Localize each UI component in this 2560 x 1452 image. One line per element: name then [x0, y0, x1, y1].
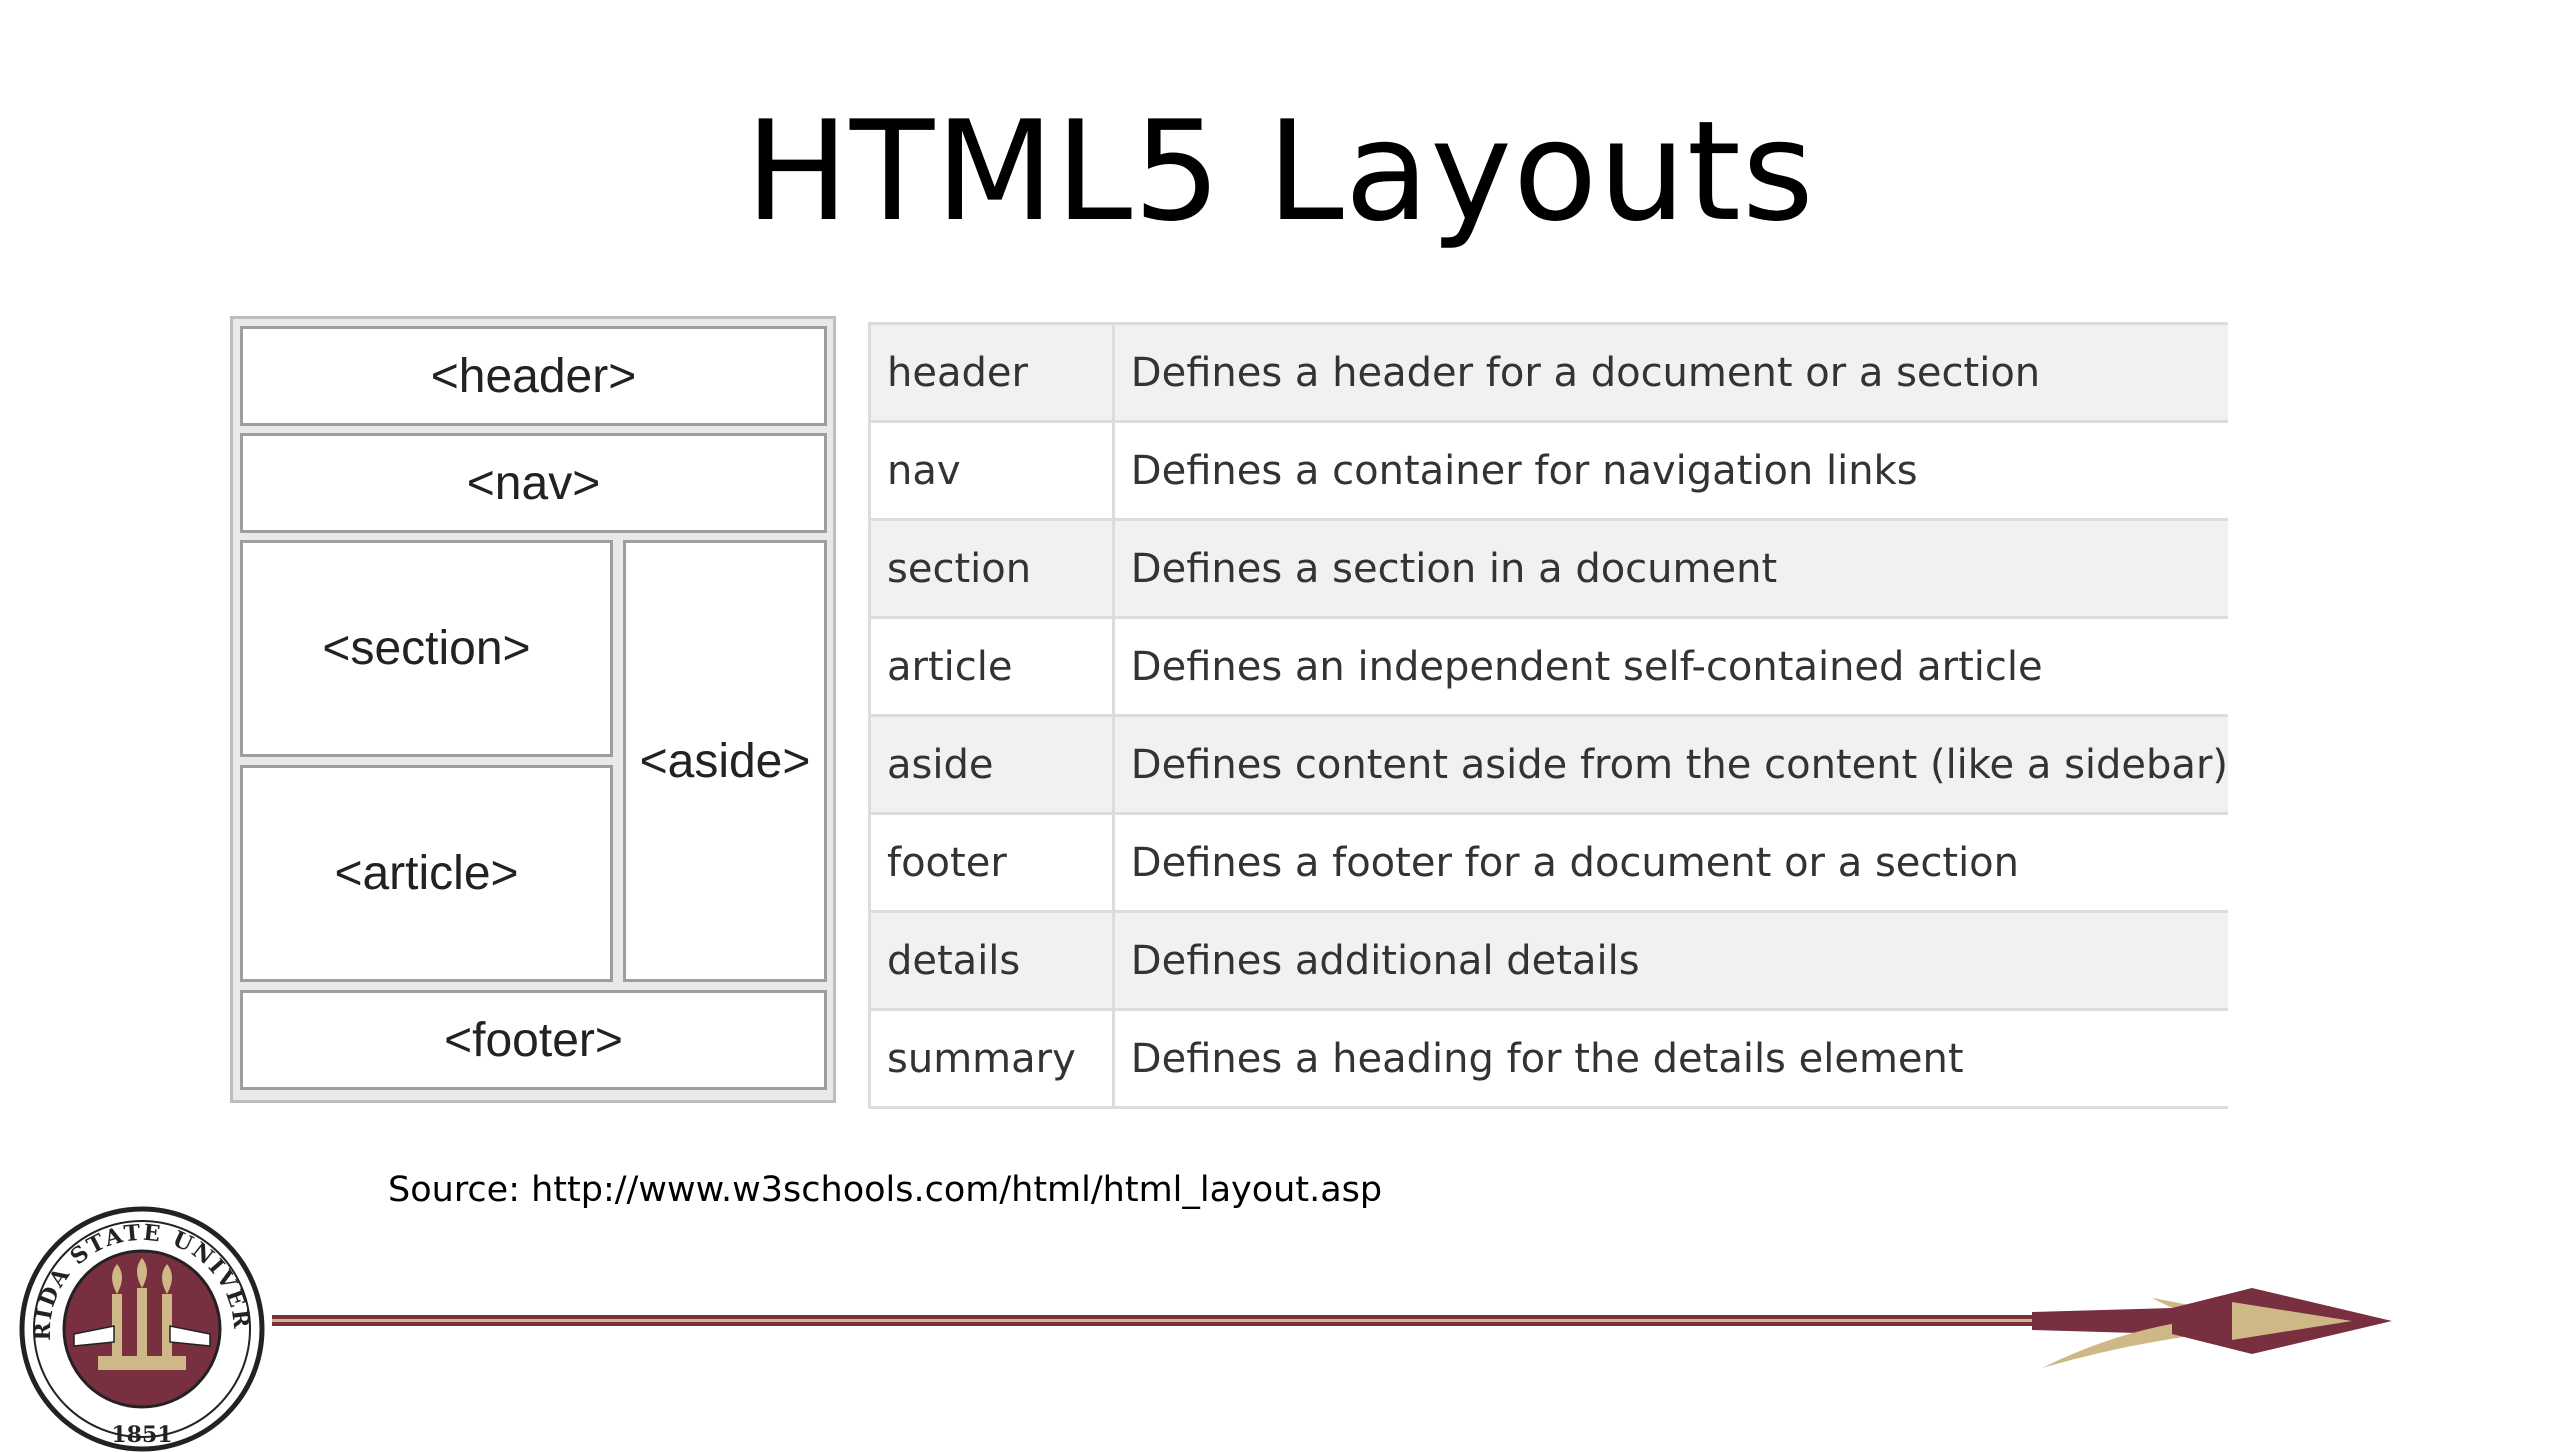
diagram-aside-box: <aside>	[623, 540, 827, 982]
table-row: article Defines an independent self-conta…	[868, 616, 2228, 717]
diagram-footer-box: <footer>	[240, 990, 827, 1090]
element-tag-cell: aside	[868, 714, 1115, 815]
diagram-section-box: <section>	[240, 540, 613, 757]
table-row: footer Defines a footer for a document or…	[868, 812, 2228, 913]
diagram-article-box: <article>	[240, 765, 613, 982]
element-tag-cell: details	[868, 910, 1115, 1011]
element-description-cell: Defines a header for a document or a sec…	[1113, 322, 2228, 423]
diagram-nav-box: <nav>	[240, 433, 827, 533]
element-description-cell: Defines a container for navigation links	[1113, 420, 2228, 521]
fsu-seal-logo: FLORIDA STATE UNIVERSITY 1851	[10, 1202, 265, 1452]
element-tag-cell: header	[868, 322, 1115, 423]
element-tag-cell: article	[868, 616, 1115, 717]
element-description-cell: Defines an independent self-contained ar…	[1113, 616, 2228, 717]
table-row: aside Defines content aside from the cont…	[868, 714, 2228, 815]
fsu-spear-icon	[272, 1288, 2392, 1368]
layout-diagram: <header> <nav> <section> <article> <asid…	[230, 316, 836, 1103]
table-row: summary Defines a heading for the details…	[868, 1008, 2228, 1109]
element-definitions-table: header Defines a header for a document or…	[868, 322, 2228, 1109]
element-description-cell: Defines a footer for a document or a sec…	[1113, 812, 2228, 913]
svg-text:1851: 1851	[111, 1422, 172, 1448]
element-tag-cell: nav	[868, 420, 1115, 521]
element-description-cell: Defines additional details	[1113, 910, 2228, 1011]
table-row: header Defines a header for a document or…	[868, 322, 2228, 423]
element-description-cell: Defines content aside from the content (…	[1113, 714, 2228, 815]
slide-title: HTML5 Layouts	[745, 91, 1815, 252]
element-tag-cell: summary	[868, 1008, 1115, 1109]
table-row: section Defines a section in a document	[868, 518, 2228, 619]
table-row: nav Defines a container for navigation li…	[868, 420, 2228, 521]
element-description-cell: Defines a section in a document	[1113, 518, 2228, 619]
element-description-cell: Defines a heading for the details elemen…	[1113, 1008, 2228, 1109]
diagram-header-box: <header>	[240, 326, 827, 426]
element-tag-cell: footer	[868, 812, 1115, 913]
table-row: details Defines additional details	[868, 910, 2228, 1011]
source-citation: Source: http://www.w3schools.com/html/ht…	[388, 1170, 1383, 1210]
element-tag-cell: section	[868, 518, 1115, 619]
